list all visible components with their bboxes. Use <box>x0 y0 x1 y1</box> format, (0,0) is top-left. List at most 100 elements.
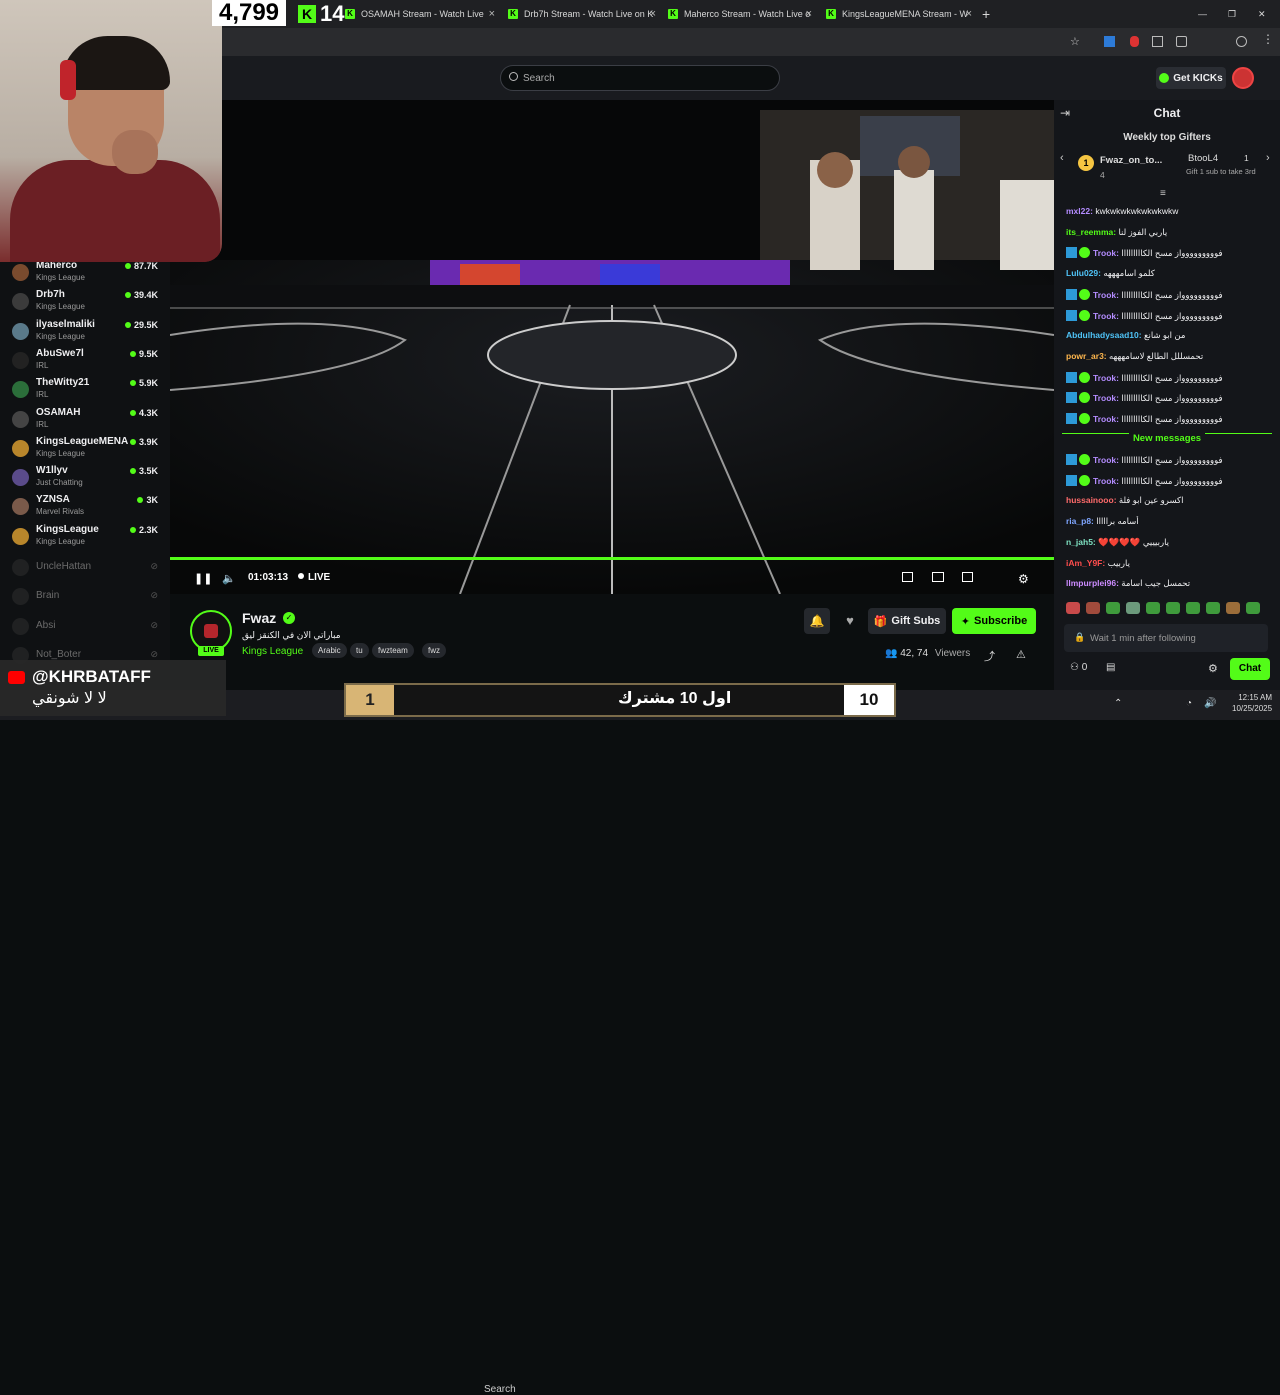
browser-tab[interactable]: K Drb7h Stream - Watch Live on K × <box>508 4 656 24</box>
theater-icon[interactable] <box>932 572 944 582</box>
chat-username[interactable]: llmpurplei96: <box>1066 578 1119 588</box>
volume-icon[interactable]: 🔈 <box>222 572 236 585</box>
chat-username[interactable]: iAm_Y9F: <box>1066 558 1105 568</box>
emote-icon[interactable] <box>1186 602 1200 614</box>
profile-icon[interactable] <box>1236 36 1247 47</box>
sidebar-channel[interactable]: TheWitty21 IRL 5.9K <box>0 375 170 404</box>
chat-username[interactable]: hussainooo: <box>1066 495 1117 505</box>
follow-heart-icon[interactable]: ♥ <box>840 608 860 634</box>
chat-username[interactable]: Trook: <box>1093 455 1119 465</box>
chat-username[interactable]: its_reemma: <box>1066 227 1116 237</box>
stream-category[interactable]: Kings League <box>242 646 303 657</box>
volume-tray-icon[interactable]: 🔊 <box>1204 698 1216 709</box>
chat-send-button[interactable]: Chat <box>1230 658 1270 680</box>
extension-icon[interactable] <box>1104 36 1115 47</box>
user-avatar[interactable] <box>1232 67 1254 89</box>
progress-bar[interactable] <box>170 557 1054 560</box>
emote-icon[interactable] <box>1106 602 1120 614</box>
report-icon[interactable]: ⚠ <box>1016 648 1026 661</box>
sidebar-channel-offline[interactable]: Brain ⊘ <box>0 582 170 611</box>
emote-icon[interactable] <box>1086 602 1100 614</box>
sidebar-channel[interactable]: KingsLeagueMENA Kings League 3.9K <box>0 434 170 463</box>
menu-icon[interactable]: ⋮ <box>1262 32 1274 46</box>
settings-icon[interactable]: ⚙ <box>1018 572 1029 586</box>
tray-arrow-icon[interactable]: ⌃ <box>1114 698 1122 709</box>
taskbar-clock[interactable]: 12:15 AM 10/25/2025 <box>1232 692 1272 714</box>
sidebar-channel[interactable]: AbuSwe7l IRL 9.5K <box>0 346 170 375</box>
store-icon[interactable]: ▤ <box>1106 662 1115 673</box>
chat-username[interactable]: n_jah5: <box>1066 537 1096 547</box>
browser-tab[interactable]: K OSAMAH Stream - Watch Live × <box>345 4 495 24</box>
sidebar-channel[interactable]: ilyaselmaliki Kings League 29.5K <box>0 317 170 346</box>
close-icon[interactable]: × <box>489 8 495 20</box>
emote-icon[interactable] <box>1226 602 1240 614</box>
chat-username[interactable]: Trook: <box>1093 290 1119 300</box>
emote-icon[interactable] <box>1166 602 1180 614</box>
chat-username[interactable]: Abdulhadysaad10: <box>1066 330 1142 340</box>
chat-settings-icon[interactable]: ⚙ <box>1208 662 1218 675</box>
fullscreen-icon[interactable] <box>962 572 973 582</box>
pinned-toggle-icon[interactable]: ≡ <box>1160 188 1166 199</box>
emote-icon[interactable] <box>1066 602 1080 614</box>
puzzle-icon[interactable] <box>1176 36 1187 47</box>
close-window-icon[interactable]: ✕ <box>1258 4 1270 24</box>
emote-icon[interactable] <box>1126 602 1140 614</box>
wifi-icon[interactable]: ◔ <box>1186 698 1192 709</box>
browser-tab[interactable]: K Maherco Stream - Watch Live o × <box>668 4 812 24</box>
chat-username[interactable]: Trook: <box>1093 414 1119 424</box>
sidebar-channel[interactable]: Drb7h Kings League 39.4K <box>0 287 170 316</box>
chat-username[interactable]: ria_p8: <box>1066 516 1094 526</box>
maximize-icon[interactable]: ❐ <box>1228 4 1240 24</box>
chat-username[interactable]: mxl22: <box>1066 206 1093 216</box>
pip-icon[interactable] <box>902 572 913 582</box>
tag[interactable]: Arabic <box>312 643 347 658</box>
extension-icon[interactable] <box>1152 36 1163 47</box>
share-icon[interactable]: ⤴ <box>984 648 995 664</box>
tag[interactable]: fwzteam <box>372 643 414 658</box>
sidebar-channel[interactable]: YZNSA Marvel Rivals 3K <box>0 492 170 521</box>
subscribe-button[interactable]: ✦ Subscribe <box>952 608 1036 634</box>
chat-text: ❤️❤️❤️❤️ ياربيييي <box>1098 536 1170 547</box>
sidebar-channel-offline[interactable]: Absi ⊘ <box>0 612 170 641</box>
new-tab-button[interactable]: + <box>982 4 996 24</box>
notification-bell-icon[interactable]: 🔔 <box>804 608 830 634</box>
chat-username[interactable]: Trook: <box>1093 476 1119 486</box>
chat-username[interactable]: Trook: <box>1093 373 1119 383</box>
search-input[interactable]: Search <box>500 65 780 91</box>
extension-icon[interactable] <box>1130 36 1139 47</box>
close-icon[interactable]: × <box>806 8 812 20</box>
taskbar-search[interactable]: Search <box>484 1384 516 1395</box>
gifter-1[interactable]: 1 <box>1078 153 1094 171</box>
sidebar-channel-offline[interactable]: UncleHattan ⊘ <box>0 553 170 582</box>
minimize-icon[interactable]: — <box>1198 4 1210 24</box>
tab-label: Drb7h Stream - Watch Live on K <box>524 9 654 19</box>
browser-tab[interactable]: K KingsLeagueMENA Stream - W × <box>826 4 972 24</box>
tag[interactable]: tu <box>350 643 369 658</box>
emote-icon[interactable] <box>1206 602 1220 614</box>
gift-subs-button[interactable]: 🎁 Gift Subs <box>868 608 946 634</box>
tag[interactable]: fwz <box>422 643 446 658</box>
channel-name[interactable]: Fwaz <box>242 610 276 626</box>
pause-icon[interactable]: ❚❚ <box>194 572 212 585</box>
close-icon[interactable]: × <box>650 8 656 20</box>
sidebar-channel[interactable]: KingsLeague Kings League 2.3K <box>0 522 170 551</box>
sidebar-channel[interactable]: Maherco Kings League 87.7K <box>0 258 170 287</box>
live-indicator[interactable]: LIVE <box>298 572 330 583</box>
emote-icon[interactable] <box>1246 602 1260 614</box>
star-icon[interactable]: ☆ <box>1070 35 1080 48</box>
get-kicks-button[interactable]: Get KICKs <box>1156 67 1226 89</box>
chat-username[interactable]: Trook: <box>1093 393 1119 403</box>
chat-input[interactable]: 🔒 Wait 1 min after following <box>1064 624 1268 652</box>
channel-points[interactable]: ⚇ 0 <box>1070 662 1087 673</box>
chat-username[interactable]: Trook: <box>1093 248 1119 258</box>
chevron-left-icon[interactable]: ‹ <box>1060 152 1064 164</box>
emote-icon[interactable] <box>1146 602 1160 614</box>
sidebar-channel[interactable]: W1llyv Just Chatting 3.5K <box>0 463 170 492</box>
chat-username[interactable]: Trook: <box>1093 311 1119 321</box>
chat-username[interactable]: Lulu029: <box>1066 268 1101 278</box>
video-player[interactable]: ❚❚ 🔈 01:03:13 LIVE ⚙ <box>170 100 1054 594</box>
chat-username[interactable]: powr_ar3: <box>1066 351 1107 361</box>
close-icon[interactable]: × <box>966 8 972 20</box>
chevron-right-icon[interactable]: › <box>1266 152 1270 164</box>
sidebar-channel[interactable]: OSAMAH IRL 4.3K <box>0 405 170 434</box>
